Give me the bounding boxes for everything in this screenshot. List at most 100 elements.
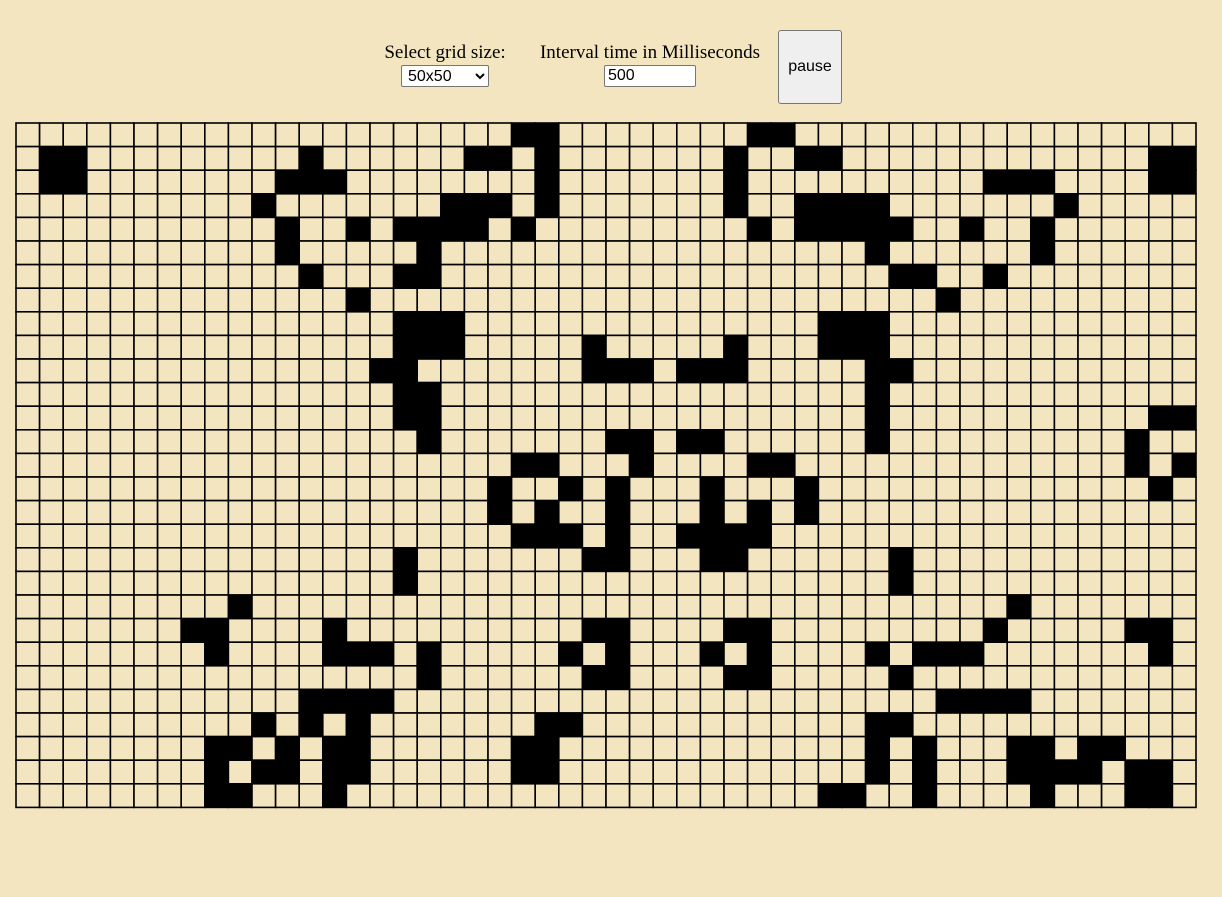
grid-cell-dead[interactable] bbox=[1100, 381, 1126, 408]
grid-cell-dead[interactable] bbox=[888, 617, 914, 644]
grid-cell-dead[interactable] bbox=[109, 759, 135, 785]
grid-cell-dead[interactable] bbox=[345, 263, 371, 290]
grid-cell-dead[interactable] bbox=[888, 641, 914, 667]
grid-cell-dead[interactable] bbox=[959, 263, 985, 290]
grid-cell-dead[interactable] bbox=[463, 287, 489, 313]
grid-cell-dead[interactable] bbox=[510, 570, 537, 596]
grid-cell-dead[interactable] bbox=[1077, 428, 1103, 455]
grid-cell-dead[interactable] bbox=[86, 664, 112, 691]
grid-cell-alive[interactable] bbox=[557, 712, 584, 738]
grid-cell-dead[interactable] bbox=[1053, 476, 1079, 502]
grid-cell-dead[interactable] bbox=[746, 782, 772, 809]
grid-cell-alive[interactable] bbox=[1006, 594, 1032, 620]
grid-cell-dead[interactable] bbox=[369, 428, 395, 455]
grid-cell-dead[interactable] bbox=[1053, 641, 1079, 667]
grid-cell-alive[interactable] bbox=[1053, 193, 1079, 219]
grid-cell-dead[interactable] bbox=[581, 476, 607, 502]
grid-cell-dead[interactable] bbox=[38, 570, 65, 596]
grid-cell-dead[interactable] bbox=[557, 381, 584, 408]
grid-cell-dead[interactable] bbox=[1053, 546, 1079, 573]
grid-cell-dead[interactable] bbox=[1077, 688, 1103, 714]
grid-cell-dead[interactable] bbox=[888, 476, 914, 502]
grid-cell-dead[interactable] bbox=[227, 476, 253, 502]
grid-cell-dead[interactable] bbox=[841, 688, 867, 714]
grid-cell-dead[interactable] bbox=[1053, 145, 1079, 172]
grid-cell-dead[interactable] bbox=[793, 287, 820, 313]
grid-cell-dead[interactable] bbox=[510, 499, 537, 526]
grid-cell-dead[interactable] bbox=[133, 523, 159, 549]
grid-cell-dead[interactable] bbox=[86, 334, 112, 360]
grid-cell-dead[interactable] bbox=[1053, 287, 1079, 313]
grid-cell-dead[interactable] bbox=[298, 499, 324, 526]
grid-cell-dead[interactable] bbox=[770, 499, 796, 526]
grid-cell-alive[interactable] bbox=[864, 735, 890, 761]
grid-cell-dead[interactable] bbox=[133, 193, 159, 219]
grid-cell-dead[interactable] bbox=[675, 499, 702, 526]
grid-cell-dead[interactable] bbox=[439, 145, 466, 172]
grid-cell-dead[interactable] bbox=[699, 594, 725, 620]
grid-cell-dead[interactable] bbox=[86, 523, 112, 549]
grid-cell-dead[interactable] bbox=[1006, 641, 1032, 667]
grid-cell-dead[interactable] bbox=[298, 476, 324, 502]
grid-cell-dead[interactable] bbox=[652, 594, 678, 620]
grid-cell-dead[interactable] bbox=[109, 452, 135, 478]
grid-cell-dead[interactable] bbox=[62, 641, 88, 667]
grid-cell-alive[interactable] bbox=[675, 358, 702, 384]
grid-cell-dead[interactable] bbox=[487, 240, 513, 266]
grid-cell-dead[interactable] bbox=[534, 570, 560, 596]
grid-cell-dead[interactable] bbox=[156, 263, 183, 290]
grid-cell-dead[interactable] bbox=[38, 759, 65, 785]
grid-cell-dead[interactable] bbox=[86, 617, 112, 644]
grid-cell-dead[interactable] bbox=[1077, 169, 1103, 195]
grid-cell-dead[interactable] bbox=[156, 594, 183, 620]
grid-cell-dead[interactable] bbox=[180, 594, 206, 620]
grid-cell-dead[interactable] bbox=[369, 405, 395, 431]
grid-cell-dead[interactable] bbox=[321, 193, 348, 219]
grid-cell-dead[interactable] bbox=[510, 263, 537, 290]
grid-cell-dead[interactable] bbox=[1148, 594, 1174, 620]
grid-cell-dead[interactable] bbox=[817, 641, 843, 667]
grid-cell-alive[interactable] bbox=[935, 688, 961, 714]
grid-cell-dead[interactable] bbox=[15, 688, 41, 714]
grid-cell-dead[interactable] bbox=[1077, 570, 1103, 596]
grid-cell-dead[interactable] bbox=[510, 358, 537, 384]
grid-cell-dead[interactable] bbox=[38, 334, 65, 360]
grid-cell-dead[interactable] bbox=[369, 735, 395, 761]
grid-cell-dead[interactable] bbox=[133, 664, 159, 691]
grid-cell-alive[interactable] bbox=[864, 216, 890, 242]
grid-cell-dead[interactable] bbox=[675, 145, 702, 172]
grid-cell-dead[interactable] bbox=[652, 452, 678, 478]
grid-cell-alive[interactable] bbox=[274, 216, 301, 242]
grid-cell-dead[interactable] bbox=[227, 193, 253, 219]
grid-cell-dead[interactable] bbox=[982, 546, 1008, 573]
grid-cell-dead[interactable] bbox=[15, 712, 41, 738]
grid-cell-dead[interactable] bbox=[1053, 381, 1079, 408]
grid-cell-dead[interactable] bbox=[38, 405, 65, 431]
grid-cell-alive[interactable] bbox=[298, 169, 324, 195]
grid-cell-alive[interactable] bbox=[392, 405, 419, 431]
grid-cell-dead[interactable] bbox=[345, 523, 371, 549]
grid-cell-dead[interactable] bbox=[628, 381, 654, 408]
grid-cell-dead[interactable] bbox=[1124, 216, 1150, 242]
grid-cell-dead[interactable] bbox=[1124, 169, 1150, 195]
grid-cell-dead[interactable] bbox=[86, 476, 112, 502]
grid-cell-dead[interactable] bbox=[1148, 523, 1174, 549]
grid-cell-dead[interactable] bbox=[1029, 381, 1056, 408]
grid-cell-dead[interactable] bbox=[1148, 499, 1174, 526]
grid-cell-dead[interactable] bbox=[1171, 570, 1197, 596]
grid-cell-dead[interactable] bbox=[1148, 664, 1174, 691]
grid-cell-dead[interactable] bbox=[959, 617, 985, 644]
grid-cell-dead[interactable] bbox=[86, 169, 112, 195]
grid-cell-dead[interactable] bbox=[652, 169, 678, 195]
grid-cell-alive[interactable] bbox=[675, 523, 702, 549]
grid-cell-dead[interactable] bbox=[251, 688, 277, 714]
grid-cell-dead[interactable] bbox=[180, 381, 206, 408]
grid-cell-dead[interactable] bbox=[204, 263, 230, 290]
grid-cell-dead[interactable] bbox=[156, 169, 183, 195]
grid-cell-dead[interactable] bbox=[911, 145, 938, 172]
grid-cell-alive[interactable] bbox=[864, 358, 890, 384]
grid-cell-dead[interactable] bbox=[1077, 287, 1103, 313]
grid-cell-dead[interactable] bbox=[227, 641, 253, 667]
grid-cell-dead[interactable] bbox=[1053, 688, 1079, 714]
grid-cell-dead[interactable] bbox=[699, 664, 725, 691]
